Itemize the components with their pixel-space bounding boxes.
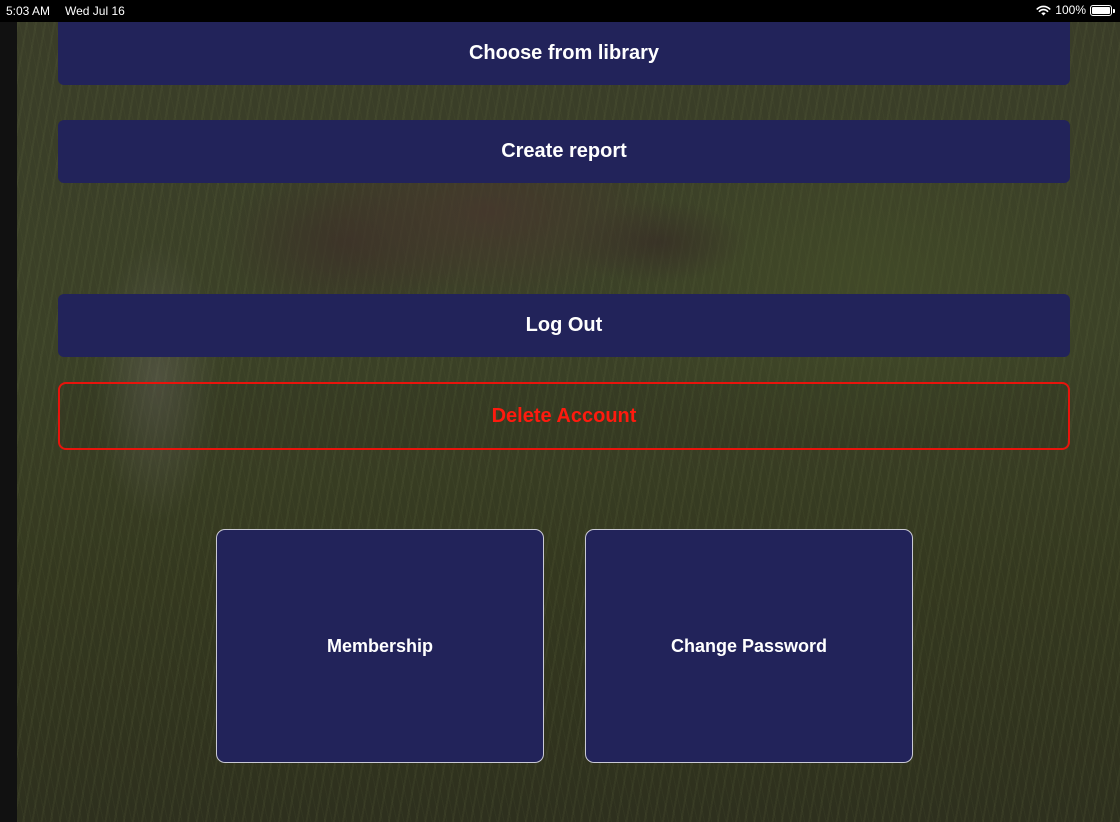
app-screen: 5:03 AM Wed Jul 16 100% Choose from libr… [0, 0, 1120, 822]
create-report-button[interactable]: Create report [58, 120, 1070, 183]
change-password-button[interactable]: Change Password [585, 529, 913, 763]
status-time: 5:03 AM [6, 4, 51, 18]
log-out-label: Log Out [525, 314, 603, 336]
delete-account-button[interactable]: Delete Account [58, 382, 1070, 450]
create-report-label: Create report [501, 140, 627, 162]
battery-percentage: 100% [1055, 3, 1086, 17]
status-indicators: 100% [1036, 3, 1115, 17]
battery-level-fill [1092, 6, 1110, 14]
status-bar: 5:03 AM Wed Jul 16 100% [0, 0, 1120, 22]
log-out-button[interactable]: Log Out [58, 294, 1070, 357]
change-password-label: Change Password [670, 635, 828, 656]
background-edge [0, 22, 17, 822]
membership-button[interactable]: Membership [216, 529, 544, 763]
battery-nub [1113, 8, 1115, 13]
delete-account-label: Delete Account [491, 404, 637, 427]
battery-icon [1090, 4, 1115, 16]
membership-label: Membership [326, 635, 434, 656]
choose-from-library-label: Choose from library [468, 42, 660, 64]
choose-from-library-button[interactable]: Choose from library [58, 22, 1070, 85]
wifi-icon [1036, 5, 1051, 16]
status-date: Wed Jul 16 [65, 4, 125, 18]
